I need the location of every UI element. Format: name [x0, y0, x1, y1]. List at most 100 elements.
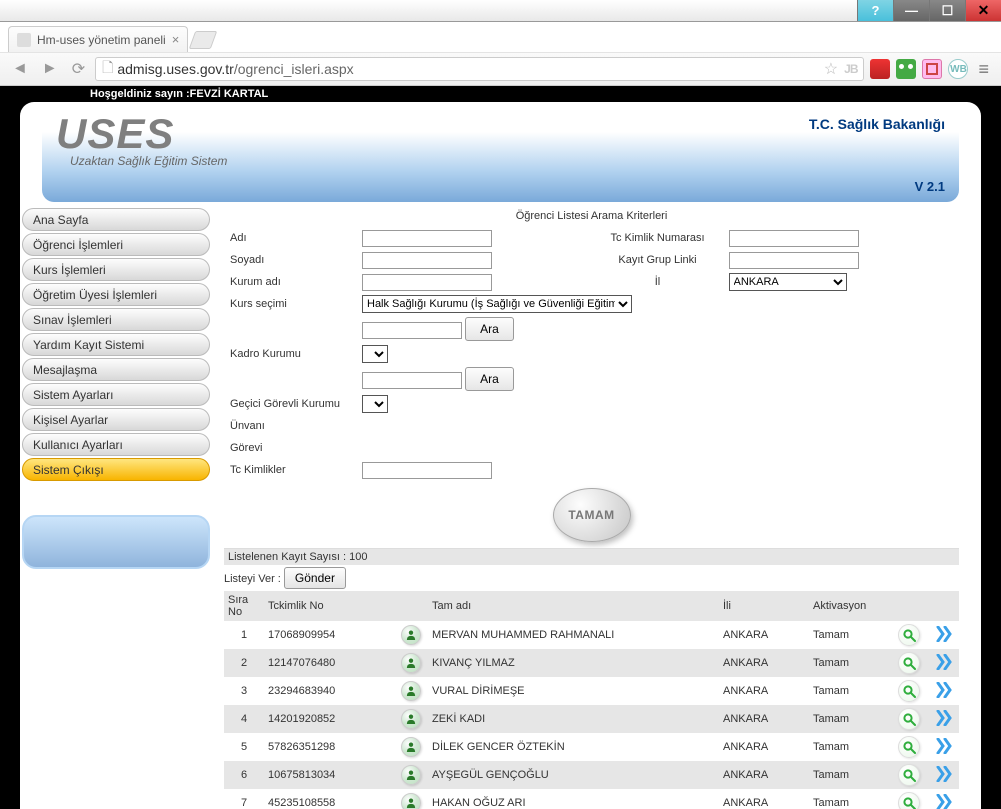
input-tc[interactable]: [729, 230, 859, 247]
sidebar-item-kisisel[interactable]: Kişisel Ayarlar: [22, 408, 210, 431]
label-unvan: Ünvanı: [226, 416, 356, 436]
extension-icon-green[interactable]: [896, 59, 916, 79]
new-tab-button[interactable]: [189, 31, 218, 49]
back-icon[interactable]: ◄: [8, 60, 32, 78]
label-kurs: Kurs seçimi: [226, 294, 356, 314]
table-row: 212147076480KIVANÇ YILMAZANKARATamam: [224, 649, 959, 677]
input-kurumadi[interactable]: [362, 274, 492, 291]
cell-akt: Tamam: [809, 621, 889, 649]
sidebar-item-anasayfa[interactable]: Ana Sayfa: [22, 208, 210, 231]
button-gonder[interactable]: Gönder: [284, 567, 346, 589]
os-maximize-button[interactable]: ☐: [929, 0, 965, 21]
url-domain: admisg.uses.gov.tr: [117, 61, 233, 77]
sidebar-item-kullanici[interactable]: Kullanıcı Ayarları: [22, 433, 210, 456]
cell-name: DİLEK GENCER ÖZTEKİN: [428, 733, 719, 761]
magnify-icon[interactable]: [898, 764, 920, 786]
cell-tc: 14201920852: [264, 705, 394, 733]
input-soyadi[interactable]: [362, 252, 492, 269]
sidebar-item-yardim[interactable]: Yardım Kayıt Sistemi: [22, 333, 210, 356]
cell-sira: 7: [224, 789, 264, 809]
magnify-icon[interactable]: [898, 652, 920, 674]
label-il: İl: [593, 272, 723, 292]
forward-icon[interactable]: ►: [38, 60, 62, 78]
cell-tc: 57826351298: [264, 733, 394, 761]
tab-uses[interactable]: Hm-uses yönetim paneli ×: [8, 26, 188, 52]
magnify-icon[interactable]: [898, 680, 920, 702]
person-info-icon[interactable]: [401, 709, 421, 729]
browser-menu-icon[interactable]: ≡: [974, 59, 993, 80]
cell-akt: Tamam: [809, 677, 889, 705]
input-kadro-extra[interactable]: [362, 372, 462, 389]
reload-icon[interactable]: ⟳: [68, 59, 89, 79]
person-info-icon[interactable]: [401, 653, 421, 673]
sidebar-item-kurs[interactable]: Kurs İşlemleri: [22, 258, 210, 281]
magnify-icon[interactable]: [898, 708, 920, 730]
forward-double-icon[interactable]: [935, 801, 953, 809]
tab-close-icon[interactable]: ×: [172, 32, 180, 47]
input-kayitgrup[interactable]: [729, 252, 859, 269]
button-ara-1[interactable]: Ara: [465, 317, 514, 341]
cell-il: ANKARA: [719, 789, 809, 809]
os-titlebar: ? — ☐ ✕: [0, 0, 1001, 22]
forward-double-icon[interactable]: [935, 717, 953, 729]
cell-akt: Tamam: [809, 733, 889, 761]
select-kadro[interactable]: [362, 345, 388, 363]
label-gorev: Görevi: [226, 438, 356, 458]
forward-double-icon[interactable]: [935, 745, 953, 757]
forward-double-icon[interactable]: [935, 689, 953, 701]
forward-double-icon[interactable]: [935, 633, 953, 645]
magnify-icon[interactable]: [898, 792, 920, 809]
label-gecici: Geçici Görevli Kurumu: [226, 394, 356, 414]
os-close-button[interactable]: ✕: [965, 0, 1001, 21]
forward-double-icon[interactable]: [935, 773, 953, 785]
extension-icon-red[interactable]: [870, 59, 890, 79]
jb-icon[interactable]: JB: [844, 62, 857, 76]
brand-subtitle: Uzaktan Sağlık Eğitim Sistem: [70, 154, 945, 168]
sidebar-item-sistem[interactable]: Sistem Ayarları: [22, 383, 210, 406]
bookmark-star-icon[interactable]: ☆: [824, 59, 838, 79]
url-input[interactable]: 🗋 admisg.uses.gov.tr/ogrenci_isleri.aspx…: [95, 57, 864, 81]
button-tamam[interactable]: TAMAM: [553, 488, 631, 542]
cell-name: VURAL DİRİMEŞE: [428, 677, 719, 705]
os-help-button[interactable]: ?: [857, 0, 893, 21]
url-path: /ogrenci_isleri.aspx: [234, 61, 354, 77]
input-tckimlikler[interactable]: [362, 462, 492, 479]
welcome-bar: Hoşgeldiniz sayın :FEVZİ KARTAL: [0, 86, 1001, 102]
select-gecici[interactable]: [362, 395, 388, 413]
sidebar-item-mesaj[interactable]: Mesajlaşma: [22, 358, 210, 381]
sidebar-pill: [22, 515, 210, 569]
table-row: 414201920852ZEKİ KADIANKARATamam: [224, 705, 959, 733]
sidebar-item-sinav[interactable]: Sınav İşlemleri: [22, 308, 210, 331]
th-tamadi: Tam adı: [428, 591, 719, 621]
cell-sira: 4: [224, 705, 264, 733]
cell-sira: 3: [224, 677, 264, 705]
input-kurs-extra[interactable]: [362, 322, 462, 339]
sidebar-item-ogrenci[interactable]: Öğrenci İşlemleri: [22, 233, 210, 256]
select-kurs[interactable]: Halk Sağlığı Kurumu (İş Sağlığı ve Güven…: [362, 295, 632, 313]
tab-title: Hm-uses yönetim paneli: [37, 33, 166, 47]
sidebar-item-ogretim[interactable]: Öğretim Üyesi İşlemleri: [22, 283, 210, 306]
search-criteria-title: Öğrenci Listesi Arama Kriterleri: [224, 210, 959, 222]
cell-akt: Tamam: [809, 705, 889, 733]
label-adi: Adı: [226, 228, 356, 248]
select-il[interactable]: ANKARA: [729, 273, 847, 291]
search-form: Adı Tc Kimlik Numarası Soyadı Kayıt Grup…: [224, 226, 959, 482]
person-info-icon[interactable]: [401, 765, 421, 785]
person-info-icon[interactable]: [401, 681, 421, 701]
record-count: Listelenen Kayıt Sayısı : 100: [224, 548, 959, 565]
cell-tc: 17068909954: [264, 621, 394, 649]
input-adi[interactable]: [362, 230, 492, 247]
extension-icon-blue[interactable]: WB: [948, 59, 968, 79]
person-info-icon[interactable]: [401, 793, 421, 809]
th-akt: Aktivasyon: [809, 591, 889, 621]
os-minimize-button[interactable]: —: [893, 0, 929, 21]
person-info-icon[interactable]: [401, 625, 421, 645]
sidebar-item-cikis[interactable]: Sistem Çıkışı: [22, 458, 210, 481]
cell-akt: Tamam: [809, 789, 889, 809]
button-ara-2[interactable]: Ara: [465, 367, 514, 391]
magnify-icon[interactable]: [898, 624, 920, 646]
extension-icon-pink[interactable]: [922, 59, 942, 79]
person-info-icon[interactable]: [401, 737, 421, 757]
forward-double-icon[interactable]: [935, 661, 953, 673]
magnify-icon[interactable]: [898, 736, 920, 758]
